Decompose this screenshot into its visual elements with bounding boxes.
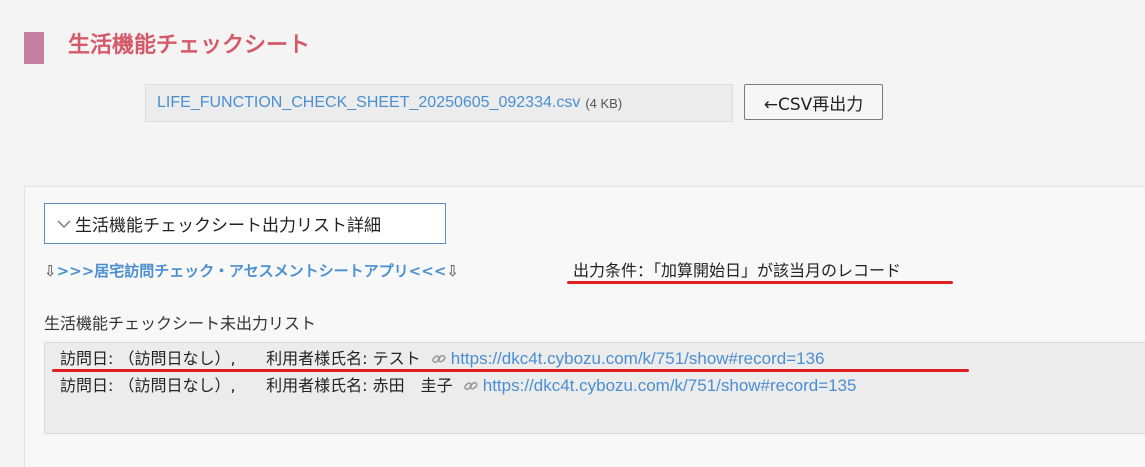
visit-date-text: 訪問日: （訪問日なし）, (60, 349, 236, 368)
csv-reoutput-button[interactable]: ←CSV再出力 (744, 84, 883, 120)
link-icon (431, 354, 446, 364)
assessment-app-link[interactable]: >>>居宅訪問チェック・アセスメントシートアプリ<<< (57, 260, 447, 282)
details-toggle-label: 生活機能チェックシート出力リスト詳細 (75, 216, 381, 236)
link-icon (463, 381, 478, 391)
record-link[interactable]: https://dkc4t.cybozu.com/k/751/show#reco… (451, 348, 825, 370)
down-arrow-icon: ⇩ (44, 262, 57, 280)
details-toggle-button[interactable]: 生活機能チェックシート出力リスト詳細 (44, 203, 446, 244)
list-item: 訪問日: （訪問日なし）, 利用者様氏名: 赤田 圭子 https://dkc4… (60, 375, 856, 397)
record-link[interactable]: https://dkc4t.cybozu.com/k/751/show#reco… (483, 375, 857, 397)
user-name-text: 利用者様氏名: テスト (266, 349, 421, 368)
unoutput-list-label: 生活機能チェックシート未出力リスト (44, 314, 317, 333)
output-condition-text: 出力条件：「加算開始日」が該当月のレコード (573, 261, 902, 280)
app-link-row: ⇩ >>>居宅訪問チェック・アセスメントシートアプリ<<< ⇩ (44, 260, 459, 282)
csv-file-link[interactable]: LIFE_FUNCTION_CHECK_SHEET_20250605_09233… (157, 94, 580, 112)
red-underline-annotation (567, 281, 953, 284)
chevron-down-icon (57, 219, 71, 228)
visit-date-text: 訪問日: （訪問日なし）, (60, 376, 236, 395)
title-accent-bar (24, 32, 44, 64)
page-title: 生活機能チェックシート (68, 33, 311, 58)
user-name-text: 利用者様氏名: 赤田 圭子 (266, 376, 453, 395)
down-arrow-icon: ⇩ (446, 262, 459, 280)
list-item: 訪問日: （訪問日なし）, 利用者様氏名: テスト https://dkc4t.… (60, 348, 824, 370)
red-underline-annotation (52, 369, 969, 372)
file-attachment-box: LIFE_FUNCTION_CHECK_SHEET_20250605_09233… (145, 84, 733, 122)
file-size: (4 KB) (585, 95, 623, 111)
